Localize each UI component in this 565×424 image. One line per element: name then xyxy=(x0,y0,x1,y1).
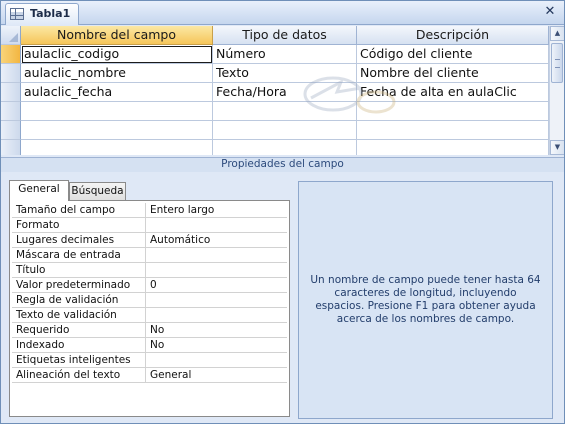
property-name: Tamaño del campo xyxy=(14,203,146,218)
row-selector[interactable] xyxy=(1,83,21,102)
row-selector[interactable] xyxy=(1,140,21,155)
document-tab-label: Tabla1 xyxy=(30,7,71,20)
property-name: Regla de validación xyxy=(14,293,146,308)
grid-vertical-scrollbar[interactable]: ▲ ▼ xyxy=(549,26,564,155)
scroll-up-icon[interactable]: ▲ xyxy=(550,26,564,41)
scroll-thumb[interactable] xyxy=(551,43,563,83)
field-design-grid: Nombre del campo Tipo de datos Descripci… xyxy=(1,26,564,155)
property-row[interactable]: Indexado No xyxy=(12,338,287,353)
table-row[interactable]: aulaclic_nombre Texto Nombre del cliente xyxy=(1,64,549,83)
row-selector[interactable] xyxy=(1,45,21,64)
property-row[interactable]: Etiquetas inteligentes xyxy=(12,353,287,368)
column-header-description[interactable]: Descripción xyxy=(357,26,549,45)
property-row[interactable]: Máscara de entrada xyxy=(12,248,287,263)
property-help-text: Un nombre de campo puede tener hasta 64 … xyxy=(310,274,541,325)
property-row[interactable]: Texto de validación xyxy=(12,308,287,323)
empty-table-row[interactable] xyxy=(1,121,549,140)
property-value[interactable] xyxy=(147,353,287,368)
property-value[interactable]: No xyxy=(147,338,287,353)
tab-general[interactable]: General xyxy=(9,180,69,201)
property-name: Formato xyxy=(14,218,146,233)
field-name-cell[interactable] xyxy=(21,121,213,140)
property-row[interactable]: Tamaño del campo Entero largo xyxy=(12,203,287,218)
close-icon[interactable]: ✕ xyxy=(542,4,558,20)
property-name: Etiquetas inteligentes xyxy=(14,353,146,368)
document-tab-tabla1[interactable]: Tabla1 xyxy=(5,3,79,25)
property-help-box: Un nombre de campo puede tener hasta 64 … xyxy=(298,181,553,419)
property-name: Indexado xyxy=(14,338,146,353)
property-name: Texto de validación xyxy=(14,308,146,323)
table-row[interactable]: aulaclic_codigo Número Código del client… xyxy=(1,45,549,64)
table-row[interactable]: aulaclic_fecha Fecha/Hora Fecha de alta … xyxy=(1,83,549,102)
property-row[interactable]: Regla de validación xyxy=(12,293,287,308)
empty-table-row[interactable] xyxy=(1,140,549,155)
property-row[interactable]: Título xyxy=(12,263,287,278)
property-row[interactable]: Alineación del texto General xyxy=(12,368,287,383)
scroll-down-icon[interactable]: ▼ xyxy=(550,140,564,155)
property-value[interactable] xyxy=(147,293,287,308)
property-name: Máscara de entrada xyxy=(14,248,146,263)
tab-busqueda[interactable]: Búsqueda xyxy=(69,182,126,201)
property-value[interactable]: No xyxy=(147,323,287,338)
general-properties-panel: Tamaño del campo Entero largo Formato Lug… xyxy=(9,200,290,417)
description-cell[interactable] xyxy=(357,140,549,155)
property-row[interactable]: Lugares decimales Automático xyxy=(12,233,287,248)
field-properties-title: Propiedades del campo xyxy=(1,157,564,172)
property-value[interactable]: Entero largo xyxy=(147,203,287,218)
property-value[interactable] xyxy=(147,248,287,263)
data-type-cell[interactable]: Número xyxy=(213,45,357,64)
row-selector[interactable] xyxy=(1,121,21,140)
empty-table-row[interactable] xyxy=(1,102,549,121)
property-name: Título xyxy=(14,263,146,278)
field-name-cell[interactable]: aulaclic_fecha xyxy=(21,83,213,102)
property-value[interactable]: Automático xyxy=(147,233,287,248)
watermark-logo xyxy=(303,76,396,114)
property-row[interactable]: Formato xyxy=(12,218,287,233)
column-header-field-name[interactable]: Nombre del campo xyxy=(21,26,213,45)
field-name-cell[interactable] xyxy=(21,102,213,121)
table-icon xyxy=(10,8,24,20)
property-name: Valor predeterminado xyxy=(14,278,146,293)
property-value[interactable]: 0 xyxy=(147,278,287,293)
property-row[interactable]: Valor predeterminado 0 xyxy=(12,278,287,293)
property-value[interactable] xyxy=(147,263,287,278)
description-cell[interactable]: Código del cliente xyxy=(357,45,549,64)
property-value[interactable] xyxy=(147,218,287,233)
property-name: Lugares decimales xyxy=(14,233,146,248)
grid-header-row: Nombre del campo Tipo de datos Descripci… xyxy=(1,26,549,45)
document-tab-bar: Tabla1 ✕ xyxy=(1,1,564,25)
row-selector[interactable] xyxy=(1,64,21,83)
field-name-cell[interactable]: aulaclic_nombre xyxy=(21,64,213,83)
data-type-cell[interactable] xyxy=(213,140,357,155)
table-design-window: Tabla1 ✕ Nombre del campo Tipo de datos … xyxy=(0,0,565,424)
select-all-corner[interactable] xyxy=(1,26,21,45)
property-value[interactable] xyxy=(147,308,287,323)
property-name: Alineación del texto xyxy=(14,368,146,383)
row-selector[interactable] xyxy=(1,102,21,121)
property-name: Requerido xyxy=(14,323,146,338)
field-name-cell[interactable]: aulaclic_codigo xyxy=(21,45,213,64)
property-row[interactable]: Requerido No xyxy=(12,323,287,338)
field-name-cell[interactable] xyxy=(21,140,213,155)
column-header-data-type[interactable]: Tipo de datos xyxy=(213,26,357,45)
property-value[interactable]: General xyxy=(147,368,287,383)
